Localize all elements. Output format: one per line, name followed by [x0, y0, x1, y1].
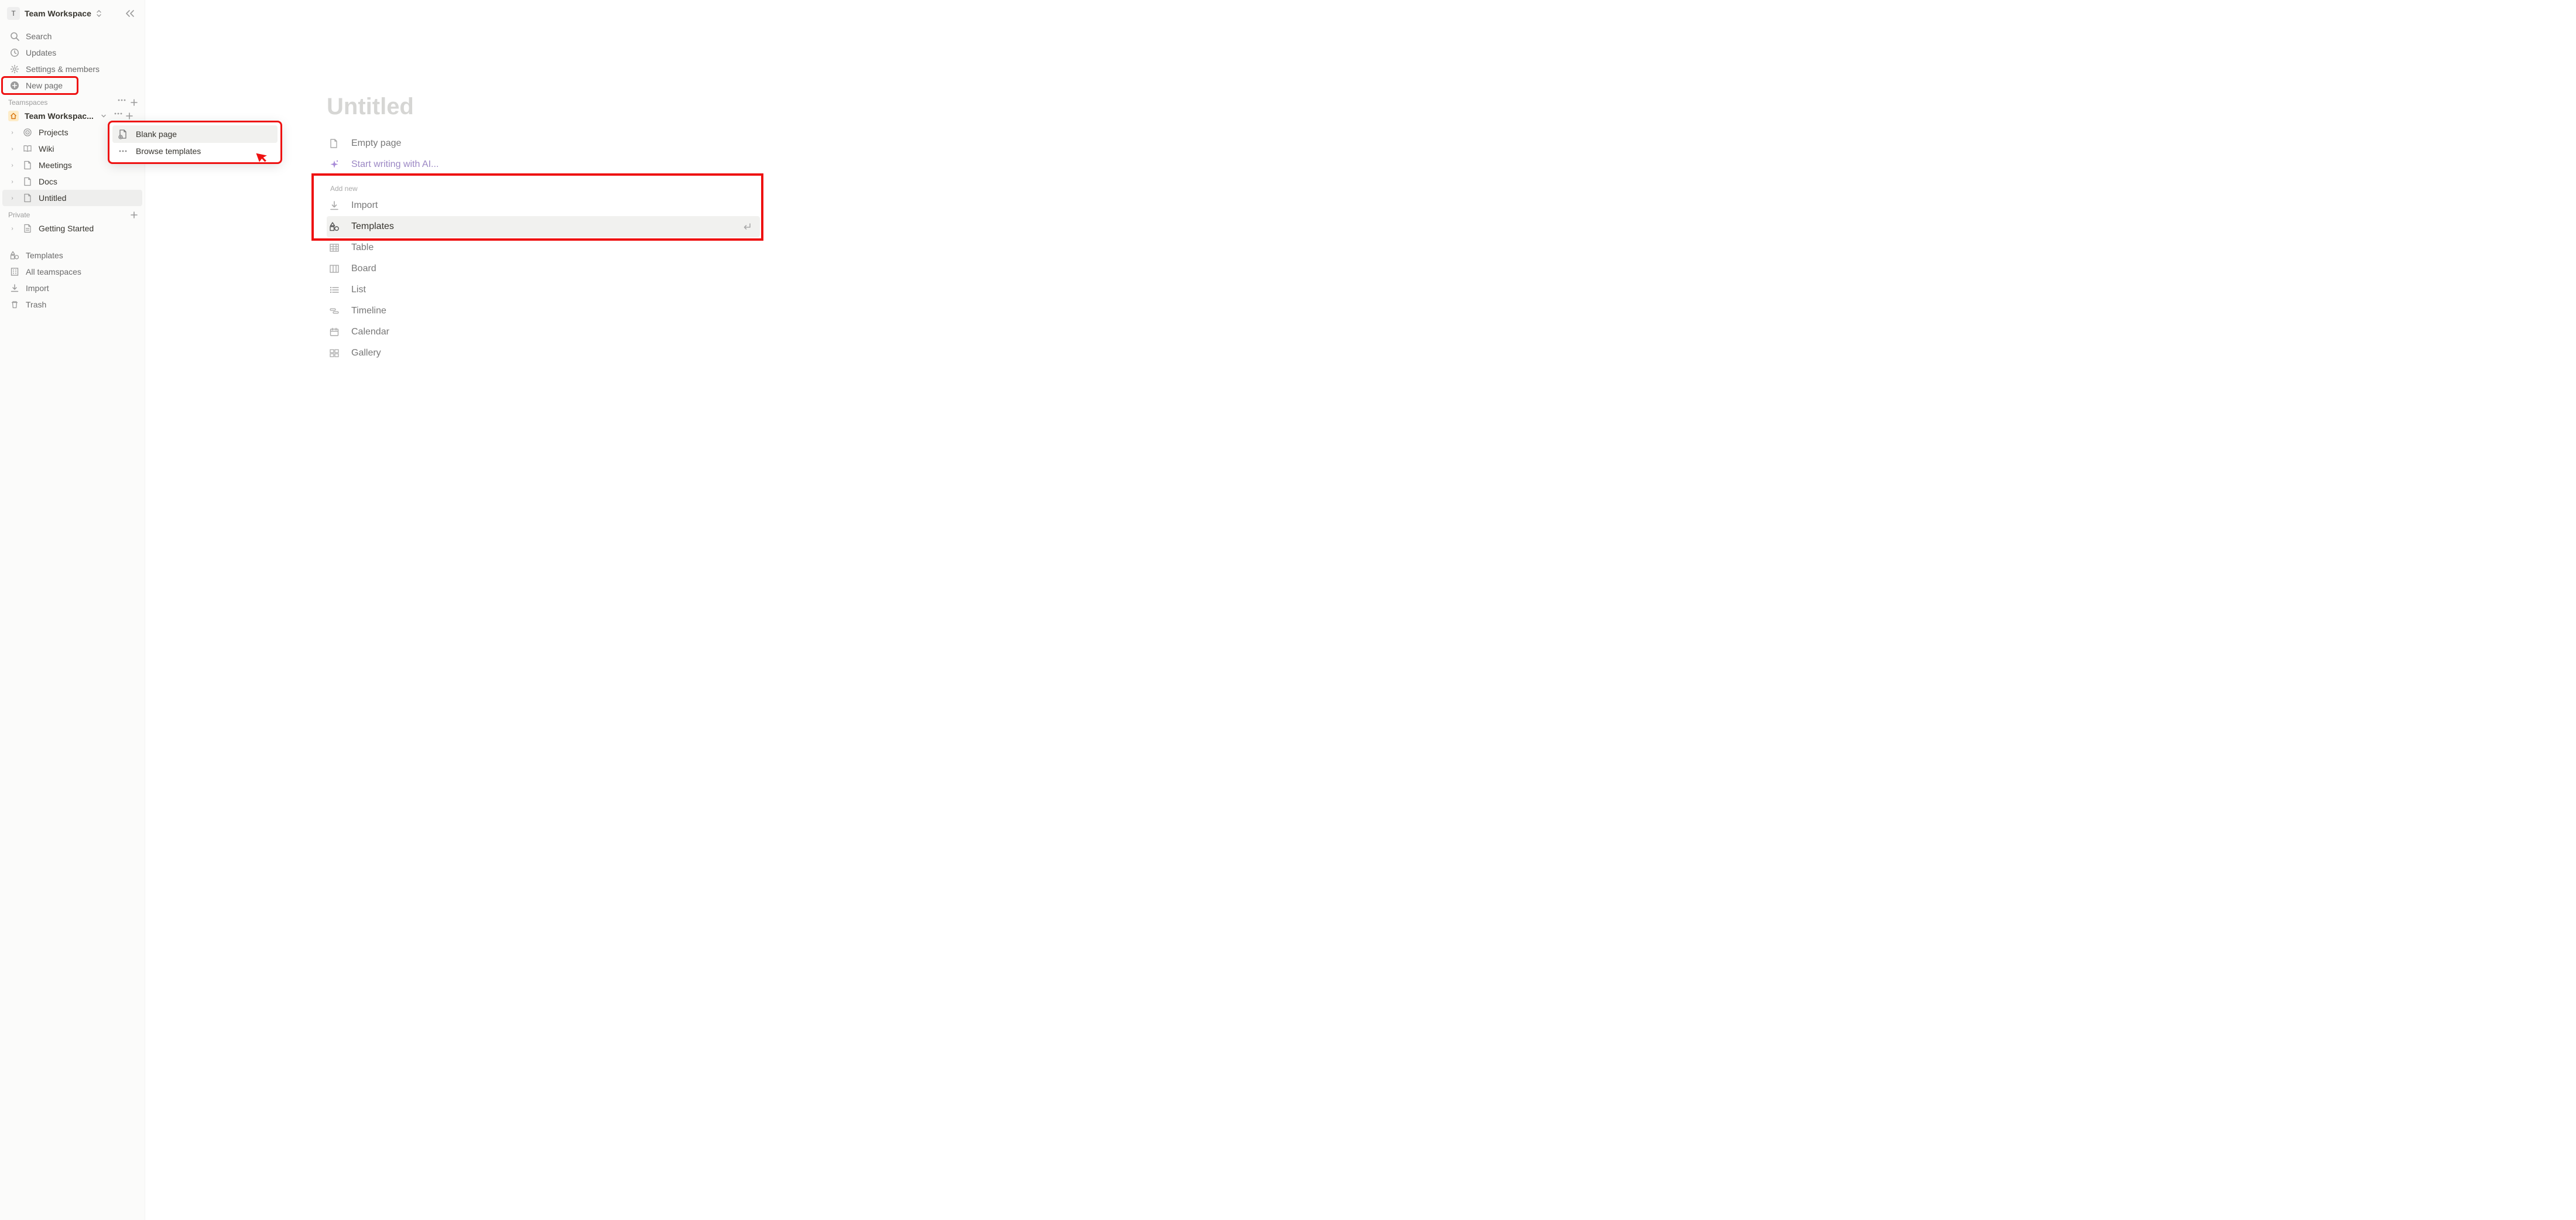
option-templates-label: Templates: [351, 221, 394, 232]
workspace-badge: T: [7, 7, 20, 20]
more-icon: [118, 150, 129, 152]
sidebar-trash[interactable]: Trash: [2, 296, 142, 313]
page-title[interactable]: Untitled: [327, 94, 760, 120]
teamspace-root-label: Team Workspac...: [25, 111, 94, 121]
chevron-down-icon[interactable]: [101, 113, 107, 119]
sparkle-icon: [329, 159, 342, 170]
list-icon: [329, 285, 342, 295]
target-icon: [22, 128, 33, 137]
page-icon: [22, 160, 33, 170]
option-import-label: Import: [351, 200, 378, 211]
plus-circle-icon: [9, 81, 20, 90]
enter-icon: [742, 223, 752, 231]
main-content: Untitled Empty page Start writing with A…: [145, 0, 2576, 1220]
sidebar: T Team Workspace Search Updates Settings…: [0, 0, 145, 1220]
teamspaces-section-header[interactable]: Teamspaces: [0, 94, 145, 108]
sidebar-import[interactable]: Import: [2, 280, 142, 296]
sidebar-settings-label: Settings & members: [26, 64, 100, 74]
option-gallery[interactable]: Gallery: [327, 343, 760, 364]
chevron-right-icon[interactable]: ›: [8, 195, 16, 201]
sidebar-import-label: Import: [26, 283, 49, 293]
home-icon: [8, 111, 19, 121]
collapse-sidebar-icon[interactable]: [125, 9, 139, 18]
page-label: Untitled: [39, 193, 66, 203]
sidebar-settings[interactable]: Settings & members: [2, 61, 142, 77]
sidebar-updates-label: Updates: [26, 48, 56, 57]
teamspaces-label: Teamspaces: [8, 98, 47, 107]
search-icon: [9, 32, 20, 41]
option-timeline-label: Timeline: [351, 306, 386, 316]
sidebar-page-getting-started[interactable]: › Getting Started: [2, 220, 142, 237]
board-icon: [329, 264, 342, 274]
page-icon: [22, 177, 33, 186]
page-label: Getting Started: [39, 224, 94, 233]
page-icon: [22, 224, 33, 233]
chevron-right-icon[interactable]: ›: [8, 179, 16, 185]
page-icon: [329, 138, 342, 149]
clock-icon: [9, 48, 20, 57]
option-calendar-label: Calendar: [351, 327, 389, 337]
option-templates[interactable]: Templates: [327, 216, 760, 237]
plus-icon[interactable]: [131, 99, 138, 106]
option-list-label: List: [351, 285, 366, 295]
calendar-icon: [329, 327, 342, 337]
sidebar-templates-label: Templates: [26, 251, 63, 260]
sidebar-templates[interactable]: Templates: [2, 247, 142, 264]
chevron-right-icon[interactable]: ›: [8, 225, 16, 232]
option-list[interactable]: List: [327, 279, 760, 300]
page-label: Projects: [39, 128, 68, 137]
option-timeline[interactable]: Timeline: [327, 300, 760, 322]
sidebar-page-untitled[interactable]: › Untitled: [2, 190, 142, 206]
gear-icon: [9, 64, 20, 74]
sidebar-search-label: Search: [26, 32, 52, 41]
page-plus-icon: [118, 129, 129, 139]
sidebar-search[interactable]: Search: [2, 28, 142, 45]
chevron-right-icon[interactable]: ›: [8, 129, 16, 136]
more-icon[interactable]: [114, 112, 122, 119]
shapes-icon: [329, 221, 342, 232]
add-new-label: Add new: [330, 184, 760, 193]
option-empty-label: Empty page: [351, 138, 401, 149]
sidebar-new-page-label: New page: [26, 81, 63, 90]
timeline-icon: [329, 307, 342, 315]
private-label: Private: [8, 211, 30, 219]
chevron-right-icon[interactable]: ›: [8, 162, 16, 169]
table-icon: [329, 243, 342, 252]
workspace-switcher[interactable]: T Team Workspace: [0, 4, 145, 23]
option-import[interactable]: Import: [327, 195, 760, 216]
sidebar-all-teamspaces-label: All teamspaces: [26, 267, 81, 276]
sidebar-updates[interactable]: Updates: [2, 45, 142, 61]
page-label: Docs: [39, 177, 57, 186]
gallery-icon: [329, 348, 342, 358]
sidebar-all-teamspaces[interactable]: All teamspaces: [2, 264, 142, 280]
sidebar-page-docs[interactable]: › Docs: [2, 173, 142, 190]
trash-icon: [9, 300, 20, 309]
page-icon: [22, 193, 33, 203]
option-gallery-label: Gallery: [351, 348, 381, 358]
chevron-updown-icon: [96, 10, 102, 17]
sidebar-new-page[interactable]: New page: [2, 77, 77, 94]
option-empty-page[interactable]: Empty page: [327, 133, 760, 154]
plus-icon[interactable]: [126, 112, 133, 119]
chevron-right-icon[interactable]: ›: [8, 146, 16, 152]
option-ai[interactable]: Start writing with AI...: [327, 154, 760, 175]
book-icon: [22, 144, 33, 153]
plus-icon[interactable]: [131, 211, 138, 218]
option-board-label: Board: [351, 264, 376, 274]
building-icon: [9, 267, 20, 276]
download-icon: [329, 200, 342, 211]
private-section-header[interactable]: Private: [0, 206, 145, 220]
page-label: Wiki: [39, 144, 54, 153]
more-icon[interactable]: [118, 99, 126, 106]
shapes-icon: [9, 251, 20, 260]
option-calendar[interactable]: Calendar: [327, 322, 760, 343]
page-label: Meetings: [39, 160, 72, 170]
option-board[interactable]: Board: [327, 258, 760, 279]
option-table[interactable]: Table: [327, 237, 760, 258]
option-table-label: Table: [351, 242, 374, 253]
option-ai-label: Start writing with AI...: [351, 159, 439, 170]
workspace-name: Team Workspace: [25, 9, 91, 18]
sidebar-trash-label: Trash: [26, 300, 46, 309]
download-icon: [9, 283, 20, 293]
